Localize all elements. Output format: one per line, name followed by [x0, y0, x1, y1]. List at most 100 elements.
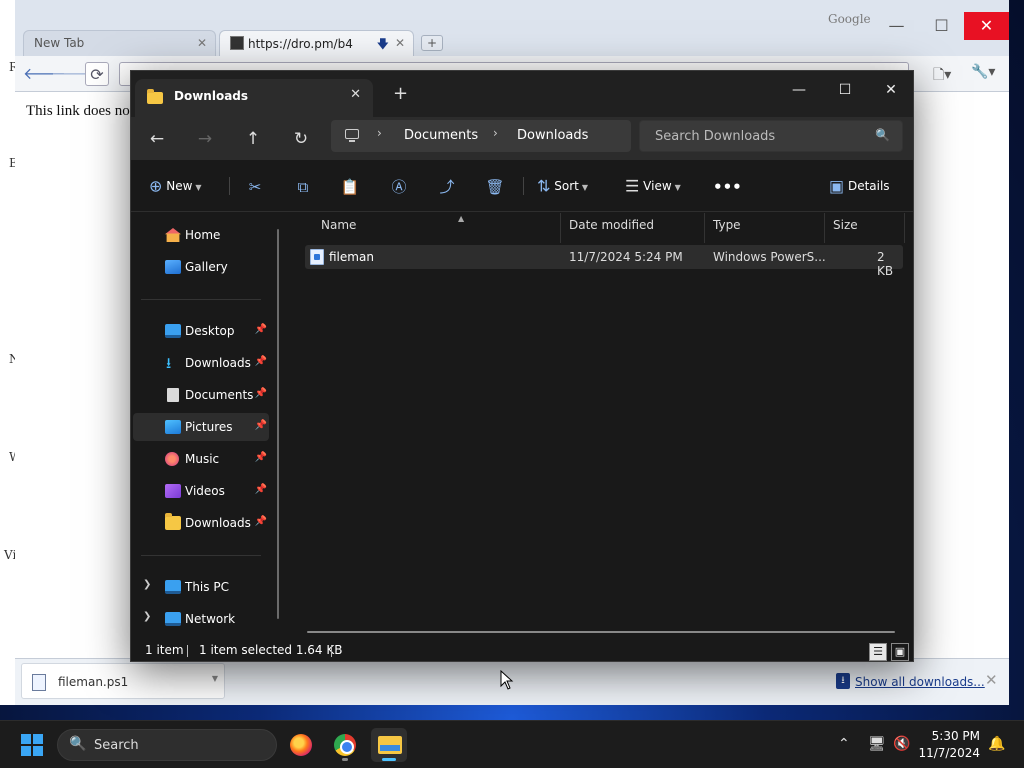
pin-icon: 📌: [254, 516, 267, 527]
details-button[interactable]: ▣ Details: [829, 174, 890, 198]
volume-muted-icon[interactable]: 🔇: [893, 736, 910, 752]
taskbar-file-explorer[interactable]: [371, 728, 407, 762]
forward-arrow-icon[interactable]: 🡒: [51, 62, 94, 86]
sidebar-item-label: Videos: [185, 484, 225, 498]
download-item[interactable]: fileman.ps1 ▼: [21, 663, 225, 699]
minimize-button[interactable]: —: [874, 12, 919, 40]
google-watermark: Google: [828, 12, 871, 26]
close-button[interactable]: ✕: [869, 75, 913, 105]
up-arrow-icon[interactable]: ↑: [239, 126, 267, 152]
tab-close-icon[interactable]: ✕: [395, 36, 405, 50]
sidebar-item-home[interactable]: Home: [133, 221, 269, 249]
folder-icon: [147, 89, 163, 104]
back-arrow-icon[interactable]: 🡐: [23, 62, 66, 86]
rename-icon[interactable]: Ⓐ: [387, 175, 411, 199]
separator: [141, 555, 261, 556]
tab-close-icon[interactable]: ✕: [197, 36, 207, 50]
sidebar-item-documents[interactable]: Documents 📌: [133, 381, 269, 409]
tab-dro-pm[interactable]: https://dro.pm/b4 🡇 ✕: [219, 30, 414, 56]
taskbar-firefox[interactable]: [283, 728, 319, 762]
chevron-right-icon[interactable]: ›: [493, 126, 498, 140]
explorer-tab-downloads[interactable]: Downloads ✕: [135, 79, 373, 117]
search-input[interactable]: Search Downloads 🔍: [639, 120, 903, 152]
sidebar-item-network[interactable]: ❯ Network: [133, 605, 269, 633]
chevron-right-icon[interactable]: ❯: [143, 611, 151, 622]
network-icon[interactable]: 🖥: [868, 736, 886, 752]
column-header-date[interactable]: Date modified: [561, 213, 705, 243]
sidebar-item-gallery[interactable]: Gallery: [133, 253, 269, 281]
table-row[interactable]: fileman 11/7/2024 5:24 PM Windows PowerS…: [305, 245, 903, 278]
active-indicator: [382, 758, 396, 761]
taskbar-search[interactable]: 🔍 Search: [57, 729, 277, 761]
sidebar-item-downloads-folder[interactable]: Downloads 📌: [133, 509, 269, 537]
pin-icon: 📌: [254, 388, 267, 399]
sidebar-item-label: Pictures: [185, 420, 233, 434]
maximize-button[interactable]: ☐: [919, 12, 964, 40]
start-button-windows-icon[interactable]: [21, 734, 43, 756]
file-explorer-window: Downloads ✕ + — ☐ ✕ ← → ↑ ↻ › Documents …: [130, 70, 914, 662]
more-options-icon[interactable]: •••: [713, 175, 742, 199]
music-icon: [165, 452, 179, 466]
file-date: 11/7/2024 5:24 PM: [569, 250, 683, 264]
new-tab-button[interactable]: +: [421, 35, 443, 51]
breadcrumb-downloads[interactable]: Downloads: [517, 128, 588, 143]
sidebar-item-label: Downloads: [185, 356, 251, 370]
column-header-type[interactable]: Type: [705, 213, 825, 243]
view-button[interactable]: ☰ View ▼: [625, 174, 681, 198]
delete-icon[interactable]: 🗑: [483, 175, 507, 199]
view-icon: ☰: [625, 176, 640, 196]
maximize-button[interactable]: ☐: [823, 75, 867, 105]
search-icon: 🔍: [875, 128, 890, 142]
wrench-icon[interactable]: 🔧▾: [971, 64, 995, 80]
chevron-right-icon[interactable]: ❯: [143, 579, 151, 590]
new-tab-button[interactable]: +: [393, 83, 408, 104]
sidebar-item-music[interactable]: Music 📌: [133, 445, 269, 473]
show-all-downloads-link[interactable]: Show all downloads...: [855, 675, 985, 689]
column-header-size[interactable]: Size: [825, 213, 905, 243]
tab-new-tab[interactable]: New Tab ✕: [23, 30, 216, 56]
chevron-right-icon[interactable]: ›: [377, 126, 382, 140]
taskbar-chrome[interactable]: [327, 728, 363, 762]
back-arrow-icon[interactable]: ←: [143, 126, 171, 152]
address-bar[interactable]: › Documents › Downloads: [331, 120, 631, 152]
reload-icon[interactable]: ⟳: [85, 62, 109, 86]
sidebar-item-videos[interactable]: Videos 📌: [133, 477, 269, 505]
sidebar-item-label: Desktop: [185, 324, 235, 338]
sidebar-item-desktop[interactable]: Desktop 📌: [133, 317, 269, 345]
sidebar-item-downloads[interactable]: Downloads 📌: [133, 349, 269, 378]
sidebar-scrollbar[interactable]: [277, 229, 279, 619]
sort-button[interactable]: ⇅ Sort ▼: [537, 174, 588, 198]
downloads-icon: ⭳: [836, 673, 850, 689]
sidebar-item-this-pc[interactable]: ❯ This PC: [133, 573, 269, 601]
cut-icon[interactable]: ✂: [243, 175, 267, 199]
chevron-down-icon[interactable]: ▼: [212, 674, 218, 683]
column-header-name[interactable]: ▲ Name: [313, 213, 561, 243]
new-button[interactable]: ⊕ New ▼: [149, 174, 202, 198]
notification-bell-icon[interactable]: 🔔: [988, 736, 1005, 752]
forward-arrow-icon[interactable]: →: [191, 126, 219, 152]
view-label: View: [643, 179, 672, 193]
desktop-icon-strip: R E N W Vi: [0, 0, 21, 705]
paste-icon[interactable]: 📋: [338, 175, 362, 199]
share-icon[interactable]: ⤴: [435, 175, 459, 199]
minimize-button[interactable]: —: [777, 75, 821, 105]
refresh-icon[interactable]: ↻: [287, 126, 315, 152]
chevron-down-icon: ▼: [674, 183, 681, 192]
tab-title: Downloads: [174, 89, 249, 103]
close-icon[interactable]: ✕: [985, 671, 998, 689]
page-menu-icon[interactable]: 🗋▾: [933, 64, 951, 88]
clock-time[interactable]: 5:30 PM: [915, 729, 980, 743]
chevron-up-icon[interactable]: ⌃: [838, 736, 850, 752]
breadcrumb-documents[interactable]: Documents: [404, 128, 478, 143]
copy-icon[interactable]: ⧉: [291, 175, 315, 199]
tiles-view-icon[interactable]: ▣: [891, 643, 909, 661]
sort-ascending-icon: ▲: [458, 214, 465, 223]
horizontal-scrollbar[interactable]: [307, 631, 895, 633]
clock-date[interactable]: 11/7/2024: [915, 746, 980, 760]
browser-titlebar[interactable]: Google — ☐ ✕ New Tab ✕ https://dro.pm/b4…: [15, 0, 1009, 56]
details-view-icon[interactable]: ☰: [869, 643, 887, 661]
tab-close-icon[interactable]: ✕: [350, 87, 361, 102]
explorer-titlebar[interactable]: Downloads ✕ + — ☐ ✕: [131, 71, 913, 117]
sidebar-item-pictures[interactable]: Pictures 📌: [133, 413, 269, 441]
close-button[interactable]: ✕: [964, 12, 1009, 40]
